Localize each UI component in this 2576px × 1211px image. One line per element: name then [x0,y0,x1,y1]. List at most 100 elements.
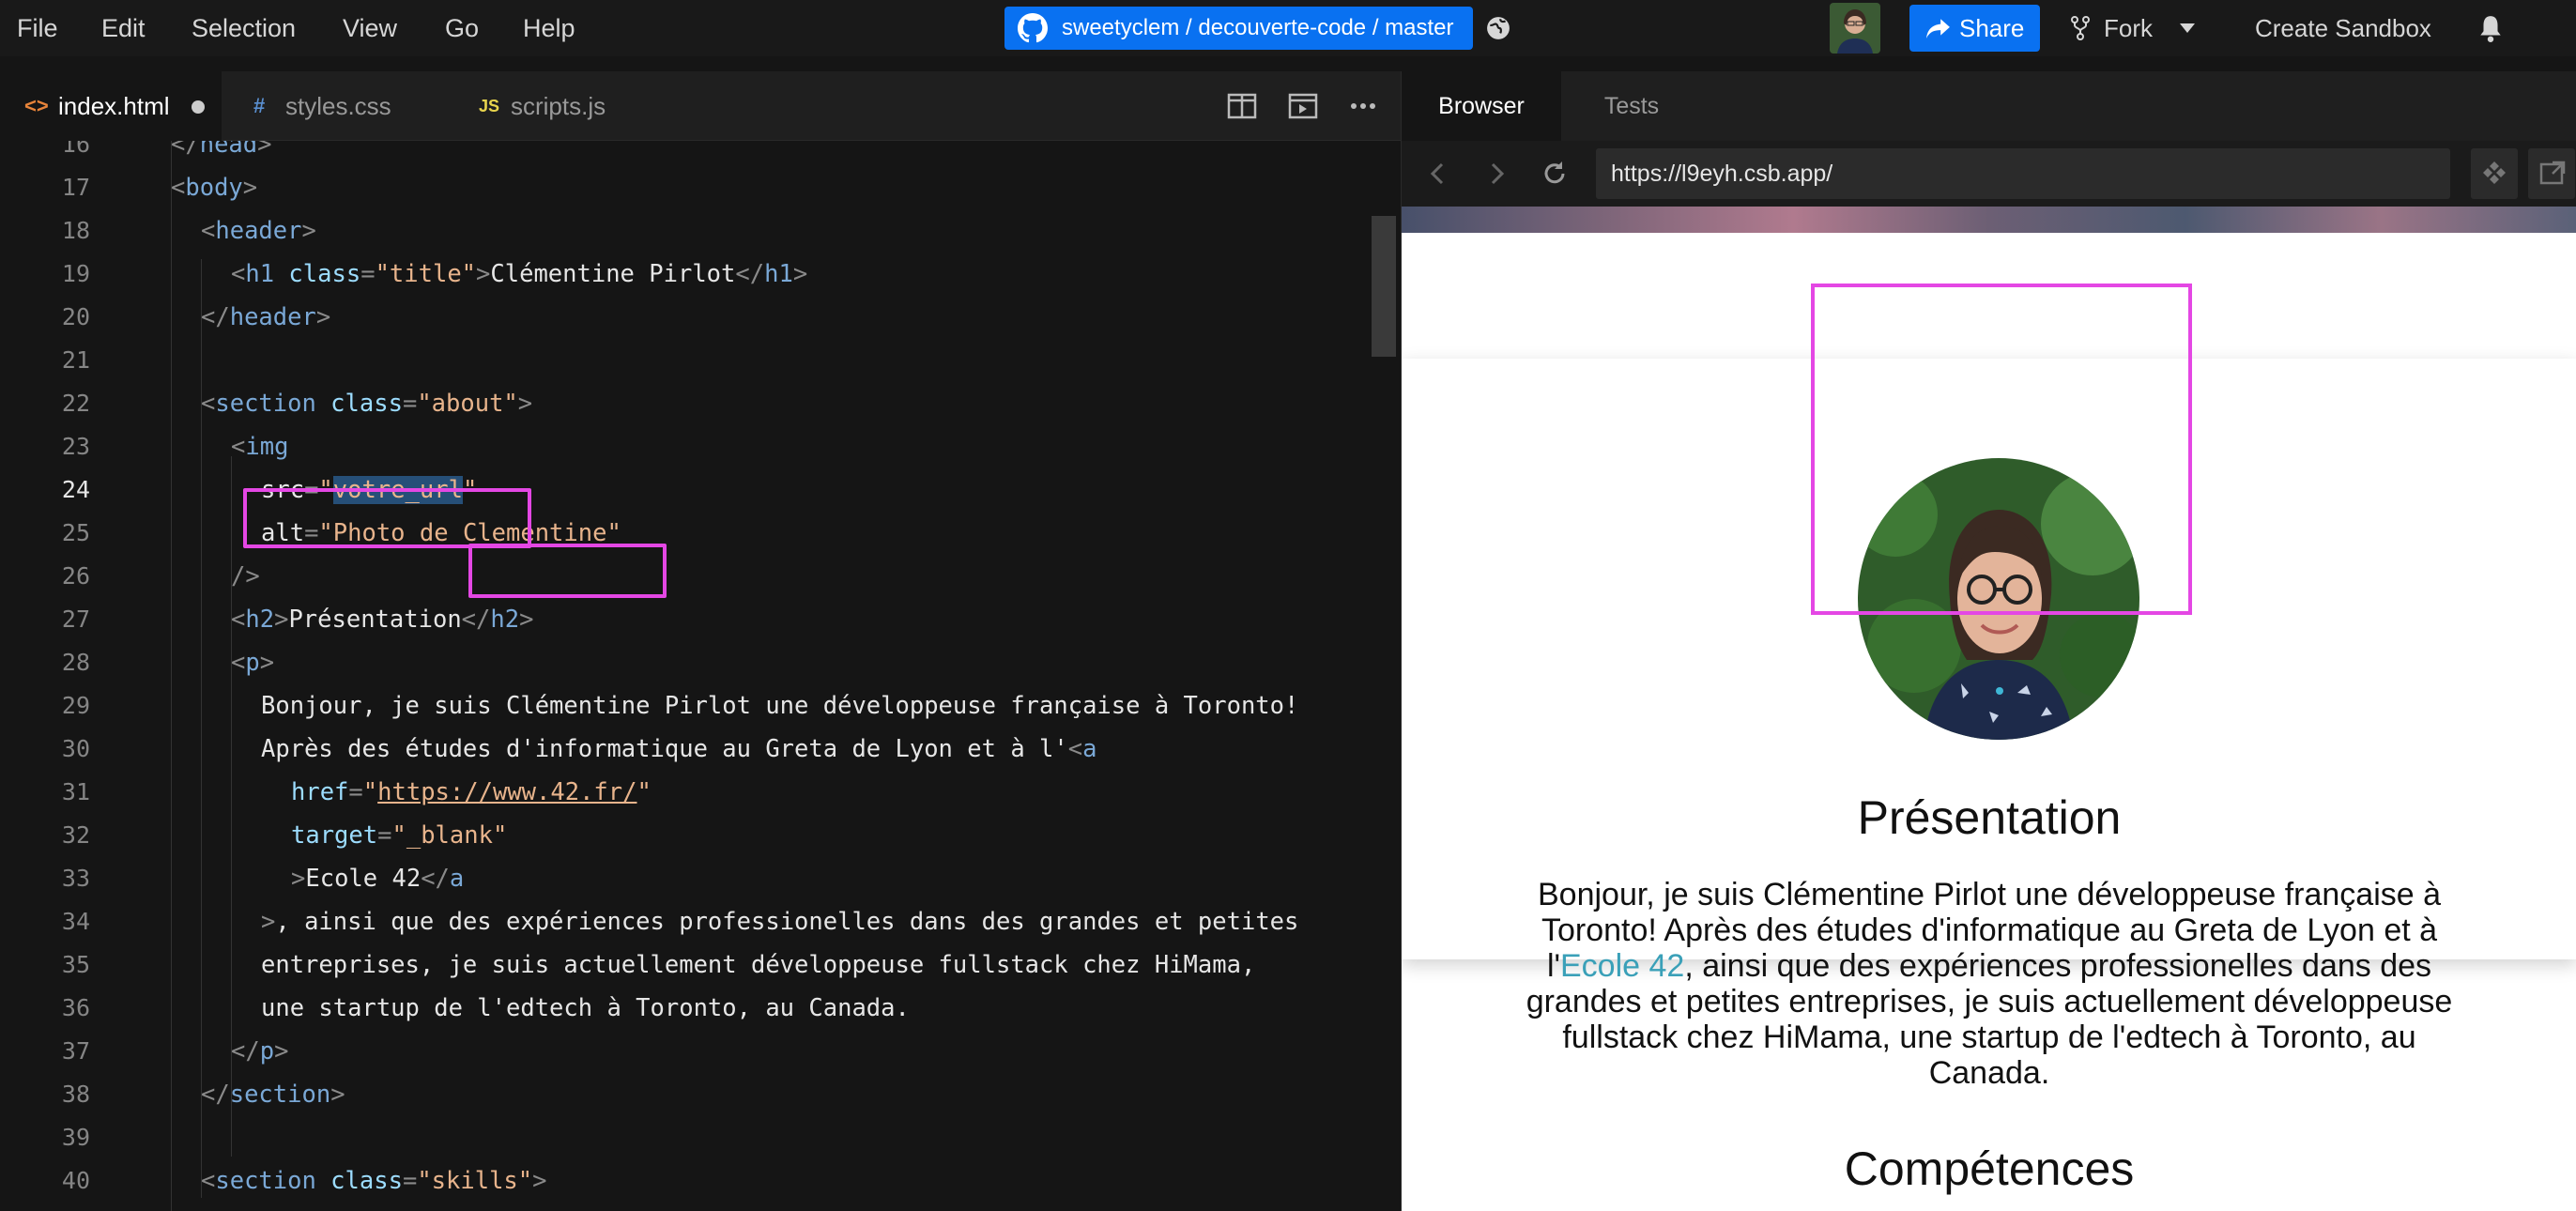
code-token: p [245,649,260,677]
editor-scrollbar[interactable] [1372,216,1396,357]
code-token: Présentation [288,606,462,634]
create-sandbox-button[interactable]: Create Sandbox [2255,0,2431,56]
chevron-down-icon[interactable] [2180,23,2195,33]
code-token: </ [171,141,200,159]
devtools-button[interactable] [2471,148,2518,199]
ecole42-link[interactable]: Ecole 42 [1560,948,1684,984]
skills-heading: Compétences [1844,1142,2135,1195]
code-token: > [532,1167,547,1195]
line-number: 17 [61,174,90,201]
editor-tab-bar: <> index.html # styles.css JS scripts.js [0,71,1401,141]
bell-icon[interactable] [2478,14,2503,42]
tab-label: scripts.js [511,92,606,120]
share-button[interactable]: Share [1909,5,2040,52]
tab-scripts-js[interactable]: JS scripts.js [447,71,661,141]
globe-icon[interactable] [1486,16,1510,40]
code-token: > [792,260,808,288]
code-editor[interactable]: 16 17 18 19 20 21 22 23 24 25 26 27 28 29 30 31 32 33 34 35… [0,141,1401,1211]
external-link-icon [2539,161,2566,185]
code-token: section [215,390,316,418]
url-input[interactable]: https://l9eyh.csb.app/ [1596,148,2450,199]
code-token: " [636,778,652,806]
code-token: > [242,174,258,202]
line-number: 18 [61,217,90,244]
code-token: < [231,433,246,461]
code-token: </ [201,303,230,331]
devtools-icon [2483,161,2506,184]
code-token: < [231,606,246,634]
tab-index-html[interactable]: <> index.html [0,71,222,141]
tab-tests[interactable]: Tests [1561,71,1702,141]
menu-edit[interactable]: Edit [101,0,146,56]
menu-go[interactable]: Go [445,0,479,56]
code-token: "skills" [417,1167,533,1195]
code-token: > [274,1037,289,1065]
open-new-window-button[interactable] [2528,148,2575,199]
user-avatar[interactable] [1830,3,1880,54]
code-line: </section> [201,1073,345,1116]
code-line: <body> [171,166,257,209]
menu-view[interactable]: View [343,0,397,56]
presentation-paragraph: Bonjour, je suis Clémentine Pirlot une d… [1503,877,2476,1091]
code-token: < [171,174,186,202]
code-line: <section class="about"> [201,382,532,425]
code-token: = [402,390,418,418]
code-line: </head> [171,141,272,166]
line-number: 36 [61,994,90,1021]
code-token: > [315,303,331,331]
fork-icon [2071,16,2090,40]
fork-label: Fork [2104,14,2153,42]
menu-selection[interactable]: Selection [192,0,296,56]
split-editor-icon[interactable] [1227,92,1257,120]
highlight-box-photo [1811,284,2192,615]
code-line: >Ecole 42</a [291,857,464,900]
repo-link-button[interactable]: sweetyclem / decouverte-code / master [1004,7,1473,50]
tab-styles-css[interactable]: # styles.css [222,71,447,141]
code-token: " [362,778,378,806]
code-token: > [261,908,276,936]
code-token: https://www.42.fr/ [377,778,637,806]
preview-page[interactable]: Présentation Bonjour, je suis Clémentine… [1402,207,2576,1211]
code-token: h2 [490,606,520,634]
line-number: 26 [61,562,90,590]
code-token: = [348,778,363,806]
browser-tab-bar: Browser Tests [1402,71,2576,141]
code-token: Après des études d'informatique au Greta… [261,735,1068,763]
line-number: 20 [61,303,90,330]
line-number: 31 [61,778,90,805]
code-line: <section class="skills"> [201,1159,547,1203]
browser-panel: Browser Tests https://l9eyh.csb.app/ Pré… [1401,71,2576,1211]
code-token: </ [421,865,450,893]
tab-browser[interactable]: Browser [1402,71,1561,141]
presentation-heading: Présentation [1857,791,2122,844]
header-background-image [1402,207,2576,233]
code-token: a [1082,735,1097,763]
menu-help[interactable]: Help [523,0,575,56]
code-token: "title" [375,260,477,288]
code-token: > [517,390,533,418]
menu-file[interactable]: File [17,0,58,56]
share-label: Share [1959,14,2025,42]
code-token: </ [735,260,765,288]
tab-label: index.html [58,92,170,120]
back-arrow-icon[interactable] [1424,160,1452,188]
line-number: 33 [61,865,90,892]
preview-icon[interactable] [1288,92,1318,120]
refresh-icon[interactable] [1541,160,1569,188]
code-token: a [449,865,465,893]
code-token: head [199,141,258,159]
code-token: > [301,217,316,245]
code-token: body [185,174,243,202]
top-bar: File Edit Selection View Go Help sweetyc… [0,0,2576,56]
code-line: une startup de l'edtech à Toronto, au Ca… [261,987,910,1030]
line-number: 25 [61,519,90,546]
code-token: Bonjour, je suis Clémentine Pirlot une d… [261,692,1299,720]
code-token: < [201,1167,216,1195]
code-line: entreprises, je suis actuellement dévelo… [261,943,1255,987]
share-arrow-icon [1926,19,1950,38]
code-line: <h2>Présentation</h2> [231,598,533,641]
js-icon: JS [479,97,500,115]
forward-arrow-icon[interactable] [1482,160,1510,188]
more-options-icon[interactable] [1348,92,1378,120]
code-token: = [360,260,376,288]
